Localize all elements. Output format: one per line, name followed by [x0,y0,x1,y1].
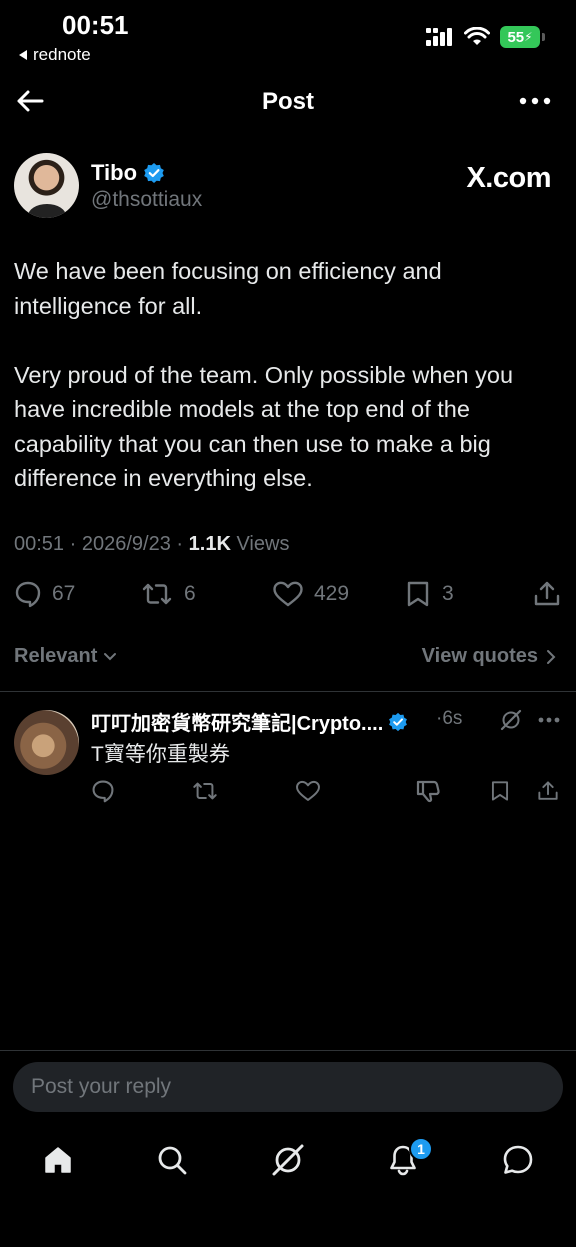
reply-icon[interactable] [91,779,115,803]
more-options-icon[interactable] [519,97,551,105]
share-icon[interactable] [537,779,559,803]
reply-input-placeholder: Post your reply [31,1075,172,1098]
share-icon [534,581,560,606]
heart-icon [273,581,303,607]
view-quotes-label: View quotes [421,645,538,667]
tab-search[interactable] [150,1138,194,1182]
tab-home[interactable] [36,1138,80,1182]
verified-badge-icon [389,712,408,731]
post-text: We have been focusing on efficiency and … [14,258,514,491]
views-count: 1.1K [188,533,231,555]
heart-icon[interactable] [295,779,321,803]
like-button[interactable]: 429 [272,580,349,608]
reply-actions [0,779,576,805]
reply-author-row[interactable]: 叮叮加密貨幣研究筆記|Crypto.... [91,707,408,736]
meta-separator: · [69,533,77,555]
battery-level: 55 [507,28,525,46]
chevron-right-icon [547,649,556,664]
chat-icon [503,1145,533,1174]
status-icons: 55 ⚡ [426,26,545,48]
reply-time: ·6s [436,708,463,729]
composer-divider [0,1050,576,1051]
post-meta: 00:51 · 2026/9/23 · 1.1K Views [14,533,289,556]
page-title: Post [261,88,314,115]
downvote-icon[interactable] [415,779,441,803]
bottom-tab-bar [0,1138,576,1182]
repost-icon[interactable] [191,779,219,803]
source-label: X.com [466,162,551,194]
grok-icon[interactable] [500,709,522,731]
reply-text: T寶等你重製券 [91,743,230,766]
grok-icon [272,1144,304,1176]
reply-button[interactable]: 67 [14,580,75,608]
author-avatar[interactable] [14,153,79,218]
meta-separator: · [176,533,184,555]
reply-icon [15,581,41,608]
repost-icon [142,583,172,605]
chevron-down-icon [104,652,117,660]
sort-relevant-dropdown[interactable]: Relevant [14,645,117,668]
cellular-signal-icon [426,28,452,46]
reply-avatar[interactable] [14,710,79,775]
tab-messages[interactable] [496,1138,540,1182]
reply-more-icon[interactable] [538,717,560,723]
back-triangle-icon [19,50,27,60]
reply-count: 67 [52,582,76,605]
tab-grok[interactable] [266,1138,310,1182]
bookmark-count: 3 [442,582,454,605]
repost-count: 6 [184,582,196,605]
author-name: Tibo [91,160,138,185]
author-handle[interactable]: @thsottiaux [91,188,202,212]
back-to-app[interactable]: rednote [18,45,91,65]
bookmark-icon [407,581,429,607]
battery-indicator: 55 ⚡ [500,26,545,48]
share-button[interactable] [533,580,561,608]
sort-label: Relevant [14,645,98,667]
view-quotes-link[interactable]: View quotes [422,645,556,668]
bookmark-button[interactable]: 3 [404,580,454,608]
reply-input[interactable]: Post your reply [13,1062,563,1112]
post-actions: 67 6 429 3 [0,580,576,612]
author-name-row[interactable]: Tibo [91,160,165,186]
status-time: 00:51 [62,10,129,40]
views-label: Views [236,533,290,555]
search-icon [158,1146,187,1175]
repost-button[interactable]: 6 [140,580,196,608]
divider [0,691,576,692]
bookmark-icon[interactable] [489,779,511,803]
wifi-icon [464,27,490,45]
like-count: 429 [314,582,350,605]
back-app-label: rednote [33,45,91,64]
post-date: 2026/9/23 [81,533,171,555]
post-time: 00:51 [14,533,65,555]
verified-badge-icon [144,163,164,183]
home-icon [45,1147,71,1173]
reply-author-name: 叮叮加密貨幣研究筆記|Crypto.... [91,713,384,735]
notification-badge: 1 [409,1137,433,1161]
